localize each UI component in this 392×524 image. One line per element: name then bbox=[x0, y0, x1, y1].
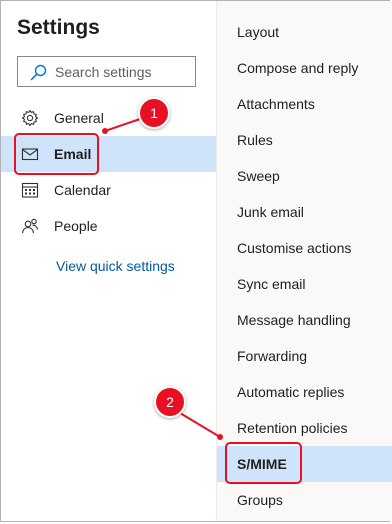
callout-2-dot bbox=[217, 434, 223, 440]
callout-1-dot bbox=[102, 128, 108, 134]
callout-2-line bbox=[179, 412, 221, 438]
callout-1-line bbox=[104, 118, 141, 132]
callout-2-badge: 2 bbox=[154, 386, 186, 418]
callout-1-badge: 1 bbox=[138, 97, 170, 129]
callout-connectors bbox=[102, 118, 223, 440]
